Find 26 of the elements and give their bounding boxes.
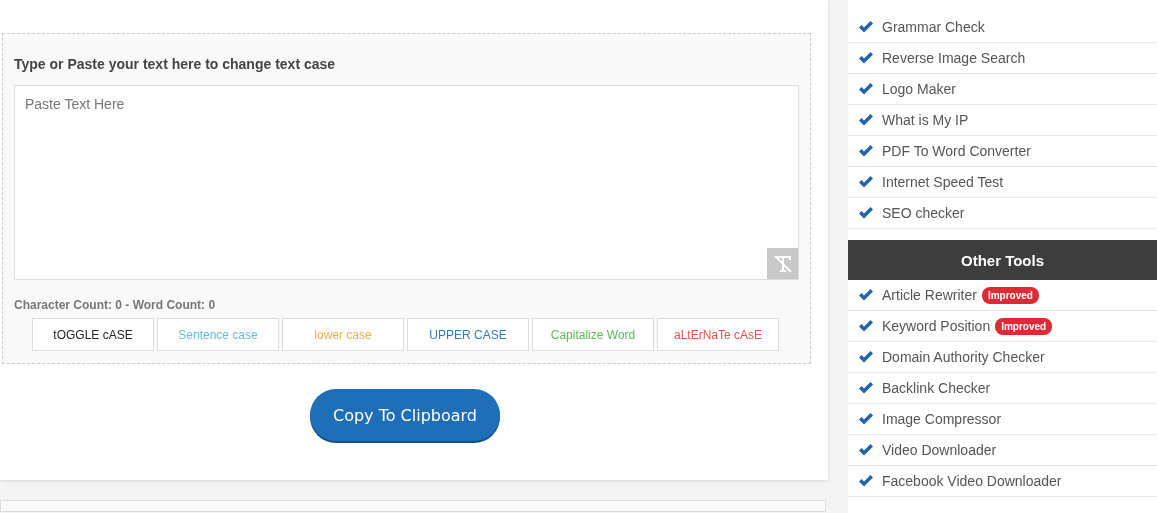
case-button[interactable]: aLtErNaTe cAsE xyxy=(657,318,779,351)
case-button[interactable]: UPPER CASE xyxy=(407,318,529,351)
check-icon xyxy=(858,52,873,64)
check-icon xyxy=(858,145,873,157)
case-button[interactable]: tOGGLE cASE xyxy=(32,318,154,351)
status-badge: Improved xyxy=(981,286,1039,304)
check-icon xyxy=(858,176,873,188)
copy-button[interactable]: Copy To Clipboard xyxy=(310,389,500,441)
check-icon xyxy=(858,382,873,394)
check-icon xyxy=(858,320,873,332)
text-format-icon xyxy=(771,252,794,275)
text-input-field[interactable]: Paste Text Here xyxy=(14,85,799,280)
check-icon xyxy=(858,475,873,487)
check-icon xyxy=(858,413,873,425)
check-icon xyxy=(858,444,873,456)
status-badge: Improved xyxy=(995,317,1053,335)
clear-format-button[interactable] xyxy=(767,248,798,279)
check-icon xyxy=(858,351,873,363)
count-text: Character Count: 0 - Word Count: 0 xyxy=(14,298,217,312)
check-icon xyxy=(858,289,873,301)
check-icon xyxy=(858,114,873,126)
check-icon xyxy=(858,83,873,95)
section-header: Other Tools xyxy=(848,240,1157,280)
check-icon xyxy=(858,21,873,33)
tool-heading: Type or Paste your text here to change text case xyxy=(14,56,337,74)
check-icon xyxy=(858,207,873,219)
